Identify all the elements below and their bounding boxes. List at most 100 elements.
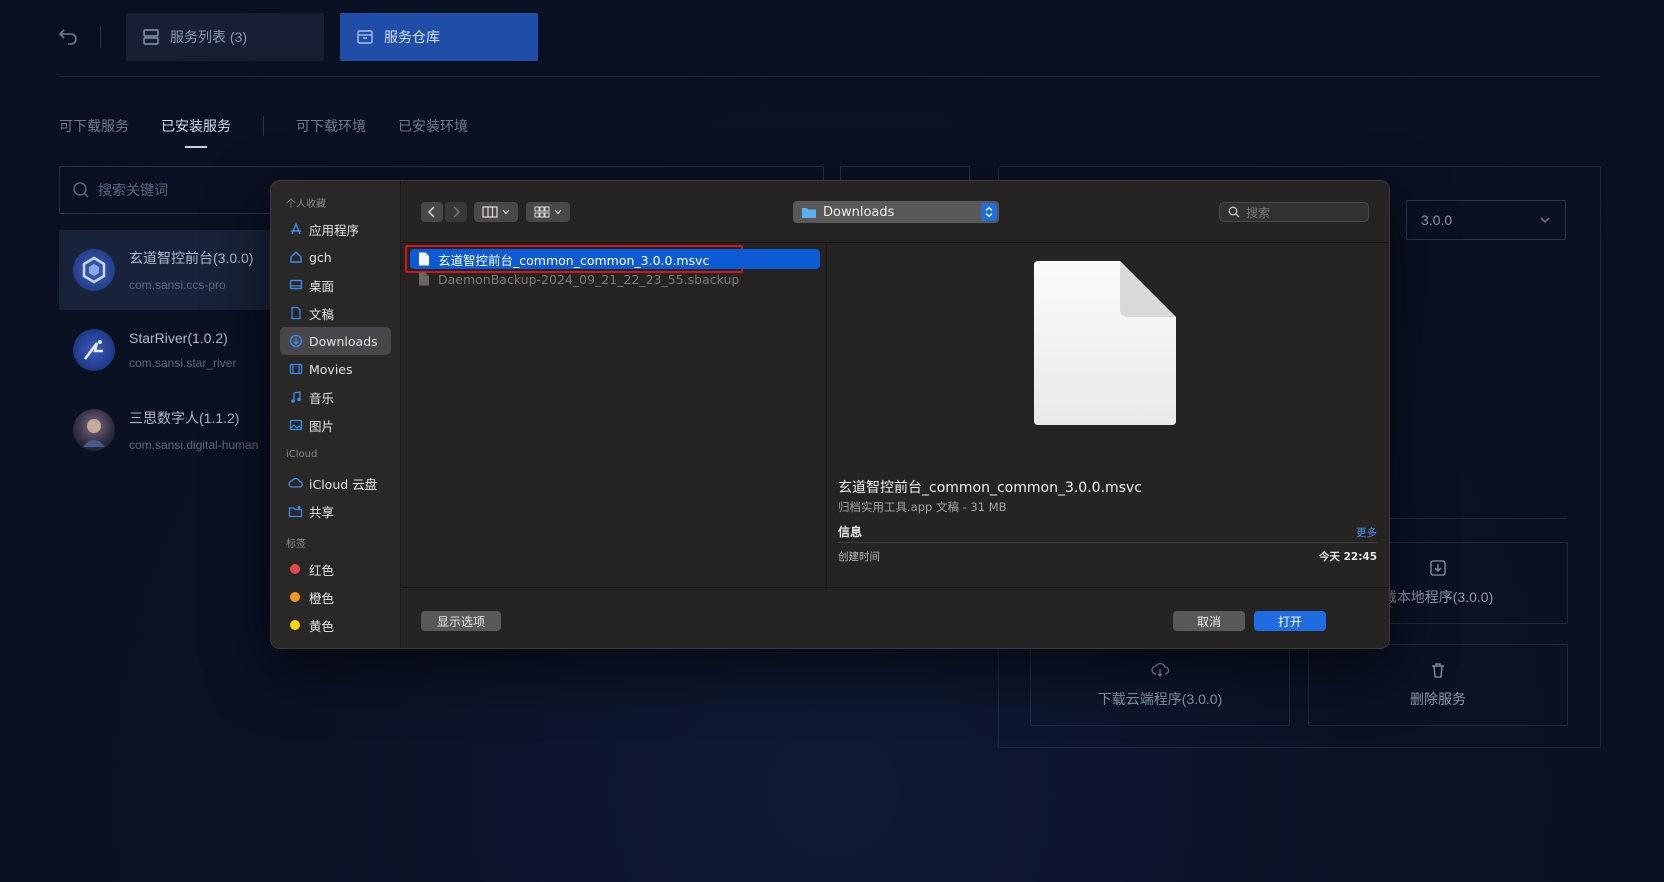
open-button[interactable]: 打开 bbox=[1254, 611, 1326, 631]
sidebar-item-label: 桌面 bbox=[309, 278, 335, 294]
service-name: 三思数字人(1.1.2) bbox=[129, 410, 240, 426]
grid-icon bbox=[534, 206, 550, 218]
movies-icon bbox=[288, 362, 303, 377]
service-logo bbox=[73, 329, 115, 371]
favorites-header: 个人收藏 bbox=[286, 199, 326, 210]
sidebar-item-label: Movies bbox=[309, 361, 353, 377]
file-icon bbox=[419, 272, 429, 286]
sidebar-item-label: 黄色 bbox=[309, 618, 335, 634]
show-options-button[interactable]: 显示选项 bbox=[421, 611, 501, 631]
subtab-installed-services[interactable]: 已安装服务 bbox=[161, 116, 231, 148]
archive-icon bbox=[356, 28, 374, 46]
tab-service-list[interactable]: 服务列表 (3) bbox=[126, 13, 324, 61]
subtab-installed-env[interactable]: 已安装环境 bbox=[398, 116, 468, 136]
downloads-icon bbox=[288, 334, 303, 349]
service-item[interactable]: StarRiver(1.0.2) com.sansi.star_river bbox=[59, 310, 279, 390]
chevron-right-icon bbox=[453, 206, 461, 218]
version-select[interactable]: 3.0.0 bbox=[1406, 200, 1566, 240]
preview-file-kind: 归档实用工具.app 文稿 - 31 MB bbox=[838, 500, 1007, 514]
dialog-toolbar: Downloads 搜索 bbox=[402, 181, 1389, 243]
sidebar-item-label: 红色 bbox=[309, 562, 335, 578]
sidebar-item-applications[interactable]: 应用程序 bbox=[280, 215, 391, 243]
undo-icon[interactable] bbox=[56, 26, 80, 50]
file-name: 玄道智控前台_common_common_3.0.0.msvc bbox=[438, 252, 710, 268]
divider bbox=[263, 116, 264, 136]
chevron-down-icon bbox=[502, 209, 510, 215]
sidebar-item-music[interactable]: 音乐 bbox=[280, 383, 391, 411]
sidebar-item-downloads[interactable]: Downloads bbox=[280, 327, 391, 355]
service-id: com.sansi.star_river bbox=[129, 356, 237, 370]
dialog-footer: 显示选项 取消 打开 bbox=[402, 587, 1389, 648]
server-list-icon bbox=[142, 28, 160, 46]
top-bar: 服务列表 (3) 服务仓库 bbox=[0, 0, 1664, 76]
service-logo bbox=[73, 409, 115, 451]
file-name: DaemonBackup-2024_09_21_22_23_55.sbackup bbox=[438, 271, 740, 287]
file-row[interactable]: DaemonBackup-2024_09_21_22_23_55.sbackup bbox=[410, 269, 820, 289]
download-cloud-button[interactable]: 下载云端程序(3.0.0) bbox=[1030, 644, 1290, 726]
view-mode-button[interactable] bbox=[474, 202, 518, 222]
divider bbox=[100, 26, 101, 48]
cloud-download-icon bbox=[1151, 662, 1169, 677]
yellow-tag-icon bbox=[290, 620, 300, 630]
subtabs: 可下载服务 已安装服务 可下载环境 已安装环境 bbox=[59, 116, 500, 148]
import-icon bbox=[1430, 560, 1446, 576]
delete-service-button[interactable]: 删除服务 bbox=[1308, 644, 1568, 726]
dialog-sidebar: 个人收藏 应用程序 gch 桌面 文稿 Downloads Movies 音乐 bbox=[271, 181, 401, 648]
service-id: com.sansi.digital-human bbox=[129, 438, 259, 452]
dialog-search-input[interactable]: 搜索 bbox=[1219, 202, 1369, 222]
forward-button[interactable] bbox=[445, 202, 467, 222]
action-label: 载本地程序(3.0.0) bbox=[1382, 589, 1494, 605]
sidebar-item-label: 应用程序 bbox=[309, 222, 360, 238]
service-name: 玄道智控前台(3.0.0) bbox=[129, 250, 254, 266]
tab-service-repo[interactable]: 服务仓库 bbox=[340, 13, 538, 61]
sidebar-item-shared[interactable]: 共享 bbox=[280, 497, 391, 525]
sidebar-item-tag-yellow[interactable]: 黄色 bbox=[280, 611, 391, 639]
preview-more-link[interactable]: 更多 bbox=[1356, 525, 1377, 540]
red-tag-icon bbox=[290, 564, 300, 574]
orange-tag-icon bbox=[290, 592, 300, 602]
created-label: 创建时间 bbox=[838, 551, 880, 563]
file-column: 玄道智控前台_common_common_3.0.0.msvc DaemonBa… bbox=[402, 243, 827, 587]
service-name: StarRiver(1.0.2) bbox=[129, 330, 228, 346]
icloud-header: iCloud bbox=[286, 449, 318, 460]
apps-icon bbox=[288, 222, 303, 237]
cloud-icon bbox=[288, 476, 303, 491]
chevron-left-icon bbox=[427, 206, 435, 218]
created-value: 今天 22:45 bbox=[1318, 551, 1377, 563]
sidebar-item-movies[interactable]: Movies bbox=[280, 355, 391, 383]
sidebar-item-documents[interactable]: 文稿 bbox=[280, 299, 391, 327]
search-icon bbox=[73, 182, 89, 198]
group-button[interactable] bbox=[526, 202, 570, 222]
sidebar-item-label: 文稿 bbox=[309, 306, 335, 322]
sidebar-item-tag-red[interactable]: 红色 bbox=[280, 555, 391, 583]
pictures-icon bbox=[288, 418, 303, 433]
shared-folder-icon bbox=[288, 504, 303, 519]
subtab-downloadable-env[interactable]: 可下载环境 bbox=[296, 116, 366, 136]
sidebar-item-icloud-drive[interactable]: iCloud 云盘 bbox=[280, 469, 391, 497]
service-item[interactable]: 玄道智控前台(3.0.0) com.sansi.ccs-pro bbox=[59, 230, 279, 310]
chevron-down-icon bbox=[1540, 217, 1550, 223]
sidebar-item-pictures[interactable]: 图片 bbox=[280, 411, 391, 439]
desktop-icon bbox=[288, 278, 303, 293]
back-button[interactable] bbox=[421, 202, 443, 222]
file-open-dialog: 个人收藏 应用程序 gch 桌面 文稿 Downloads Movies 音乐 bbox=[270, 180, 1390, 649]
subtab-downloadable-services[interactable]: 可下载服务 bbox=[59, 116, 129, 136]
cancel-button[interactable]: 取消 bbox=[1173, 611, 1245, 631]
home-icon bbox=[288, 250, 303, 265]
sidebar-item-desktop[interactable]: 桌面 bbox=[280, 271, 391, 299]
location-select[interactable]: Downloads bbox=[793, 201, 999, 223]
service-item[interactable]: 三思数字人(1.1.2) com.sansi.digital-human bbox=[59, 390, 279, 470]
service-id: com.sansi.ccs-pro bbox=[129, 278, 226, 292]
version-value: 3.0.0 bbox=[1421, 212, 1453, 228]
sidebar-item-tag-orange[interactable]: 橙色 bbox=[280, 583, 391, 611]
file-row[interactable]: 玄道智控前台_common_common_3.0.0.msvc bbox=[410, 249, 820, 269]
preview-pane: 玄道智控前台_common_common_3.0.0.msvc 归档实用工具.a… bbox=[828, 243, 1389, 587]
tab-label: 服务列表 (3) bbox=[170, 29, 247, 45]
sidebar-item-home[interactable]: gch bbox=[280, 243, 391, 271]
columns-view-icon bbox=[482, 206, 498, 218]
action-label: 下载云端程序(3.0.0) bbox=[1097, 691, 1223, 707]
service-logo bbox=[73, 249, 115, 291]
updown-arrows-icon bbox=[981, 203, 997, 221]
sidebar-item-label: Downloads bbox=[309, 333, 378, 349]
file-icon bbox=[419, 252, 429, 266]
